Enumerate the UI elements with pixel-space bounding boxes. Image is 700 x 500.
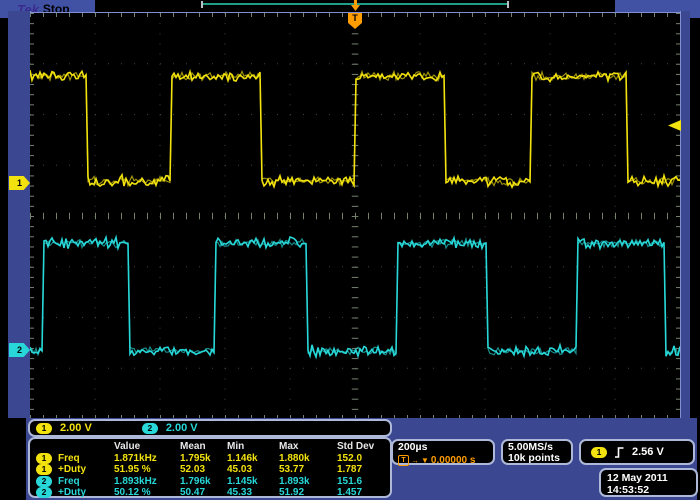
trigger-readout: 1 2.56 V	[579, 439, 695, 465]
measurement-row-label: 2 +Duty	[34, 487, 114, 499]
channel1-badge: 1	[36, 453, 52, 464]
channel2-scale: 2.00 V	[166, 422, 198, 434]
panel-left-gutter	[0, 418, 26, 500]
measurement-stddev: 1.787	[337, 464, 392, 476]
time-value: 14:53:52	[607, 484, 696, 496]
measurement-name: Freq	[58, 453, 80, 465]
measurement-max: 53.77	[279, 464, 337, 476]
measurement-min: 45.03	[227, 464, 279, 476]
measurement-row-label: 2 Freq	[34, 476, 114, 488]
rising-edge-icon	[614, 446, 625, 459]
measurement-row-label: 1 +Duty	[34, 464, 114, 476]
trigger-level-value: 2.56 V	[632, 446, 664, 458]
measurement-header-stddev: Std Dev	[337, 441, 392, 453]
oscilloscope-screen: Tek Stop T 1 2 1 2.00 V 2 2.00 V Value	[0, 0, 700, 500]
measurement-name: Freq	[58, 476, 80, 488]
measurement-value: 50.12 %	[114, 487, 180, 499]
measurement-value: 1.871kHz	[114, 453, 180, 465]
trigger-source-badge: 1	[591, 447, 607, 458]
measurement-max: 1.880k	[279, 453, 337, 465]
measurement-mean: 52.03	[180, 464, 227, 476]
trigger-position-readout: T→▼ 0.00000 s	[398, 455, 493, 466]
right-bezel-strip	[680, 11, 690, 419]
graticule-and-traces	[30, 13, 680, 419]
channel2-badge: 2	[36, 476, 52, 487]
measurement-value: 1.893kHz	[114, 476, 180, 488]
record-length: 10k points	[508, 453, 571, 464]
channel1-scale: 2.00 V	[60, 422, 92, 434]
datetime-readout: 12 May 2011 14:53:52	[599, 468, 698, 497]
arrow-down-icon: ▼	[421, 455, 429, 466]
timebase-scale: 200µs	[398, 442, 493, 453]
waveform-display	[30, 12, 680, 420]
measurement-min: 1.146k	[227, 453, 279, 465]
channel1-badge: 1	[36, 464, 52, 475]
channel2-badge: 2	[36, 487, 52, 498]
measurement-stddev: 151.6	[337, 476, 392, 488]
measurement-header-mean: Mean	[180, 441, 227, 453]
readout-panel: 1 2.00 V 2 2.00 V Value Mean Min Max Std…	[0, 418, 700, 500]
record-view-strip	[95, 0, 615, 11]
record-trigger-position-icon	[351, 0, 360, 11]
measurement-mean: 1.796k	[180, 476, 227, 488]
measurement-mean: 50.47	[180, 487, 227, 499]
measurement-header-blank	[34, 441, 114, 453]
measurement-mean: 1.795k	[180, 453, 227, 465]
measurement-header-max: Max	[279, 441, 337, 453]
measurement-min: 1.145k	[227, 476, 279, 488]
measurement-header-min: Min	[227, 441, 279, 453]
measurement-row-label: 1 Freq	[34, 453, 114, 465]
trigger-position-value: 0.00000 s	[431, 455, 476, 466]
date-value: 12 May 2011	[607, 472, 696, 484]
measurement-table: Value Mean Min Max Std Dev 1 Freq 1.871k…	[28, 437, 392, 498]
measurement-stddev: 152.0	[337, 453, 392, 465]
channel2-trace	[30, 237, 680, 357]
channel-scale-readout: 1 2.00 V 2 2.00 V	[28, 419, 392, 437]
measurement-min: 45.33	[227, 487, 279, 499]
left-bezel-strip	[8, 11, 31, 419]
record-end-bracket	[507, 1, 509, 8]
arrow-right-icon: →	[411, 455, 419, 466]
measurement-max: 51.92	[279, 487, 337, 499]
trigger-t-icon: T	[398, 455, 409, 466]
acquisition-readout: 5.00MS/s 10k points	[501, 439, 573, 465]
channel1-badge: 1	[36, 423, 52, 434]
timebase-readout: 200µs T→▼ 0.00000 s	[391, 439, 495, 465]
channel2-badge: 2	[142, 423, 158, 434]
measurement-name: +Duty	[58, 487, 86, 499]
measurement-name: +Duty	[58, 464, 86, 476]
measurement-stddev: 1.457	[337, 487, 392, 499]
measurement-value: 51.95 %	[114, 464, 180, 476]
measurement-max: 1.893k	[279, 476, 337, 488]
record-start-bracket	[201, 1, 203, 8]
measurement-header-value: Value	[114, 441, 180, 453]
